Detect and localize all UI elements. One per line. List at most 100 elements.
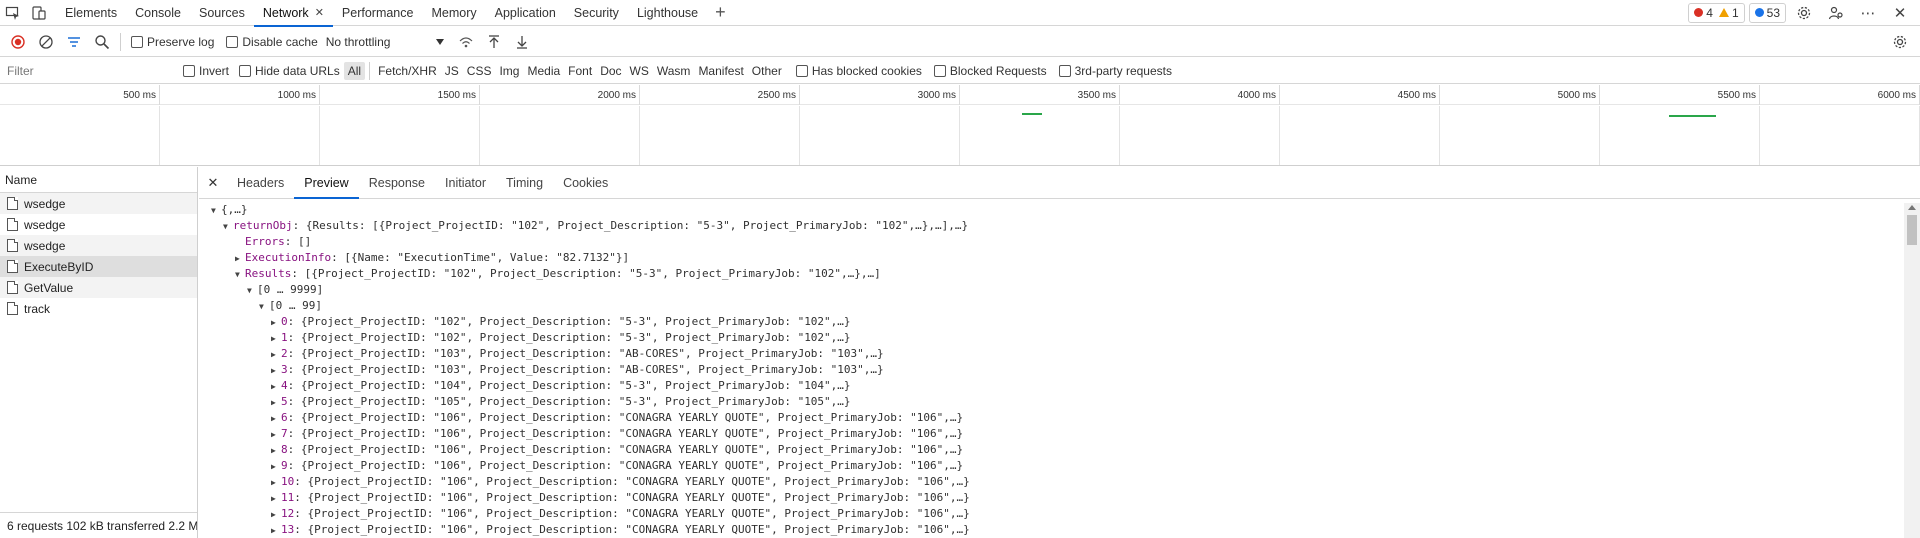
has-blocked-cookies-checkbox[interactable]: Has blocked cookies: [795, 64, 922, 78]
details-tab-response[interactable]: Response: [359, 167, 435, 198]
clear-icon[interactable]: [32, 28, 60, 56]
json-tree-line[interactable]: ▶ 5: {Project_ProjectID: "105", Project_D…: [271, 395, 851, 408]
has-blocked-cookies-box[interactable]: [795, 64, 808, 77]
device-toggle-icon[interactable]: [26, 0, 52, 26]
more-icon[interactable]: ⋯: [1854, 0, 1882, 26]
collapsed-triangle-icon[interactable]: ▶: [271, 444, 281, 457]
json-tree-line[interactable]: ▶ 8: {Project_ProjectID: "106", Project_D…: [271, 443, 963, 456]
hide-data-urls-checkbox[interactable]: Hide data URLs: [239, 64, 340, 78]
inspect-icon[interactable]: [0, 0, 26, 26]
details-tab-timing[interactable]: Timing: [496, 167, 553, 198]
close-tab-icon[interactable]: ✕: [315, 6, 324, 19]
expanded-triangle-icon[interactable]: ▼: [211, 204, 221, 217]
collapsed-triangle-icon[interactable]: ▶: [271, 412, 281, 425]
third-party-box[interactable]: [1058, 64, 1071, 77]
plus-icon[interactable]: +: [715, 2, 726, 23]
request-row[interactable]: wsedge: [0, 214, 197, 235]
timeline-ruler[interactable]: 500 ms 1000 ms 1500 ms 2000 ms 2500 ms 3000 m…: [0, 85, 1920, 105]
collapsed-triangle-icon[interactable]: ▶: [271, 508, 281, 521]
preserve-log-box[interactable]: [131, 35, 143, 48]
details-tab-cookies[interactable]: Cookies: [553, 167, 618, 198]
tab-network[interactable]: Network ✕: [253, 0, 333, 27]
preserve-log-checkbox[interactable]: Preserve log: [131, 35, 214, 49]
tab-sources[interactable]: Sources: [190, 0, 254, 26]
filter-type-font[interactable]: Font: [564, 62, 596, 80]
collapsed-triangle-icon[interactable]: ▶: [271, 460, 281, 473]
collapsed-triangle-icon[interactable]: ▶: [271, 428, 281, 441]
error-warning-badge[interactable]: 4 1: [1688, 2, 1745, 23]
scrollbar-thumb[interactable]: [1907, 215, 1917, 245]
json-tree-line[interactable]: ▶ 4: {Project_ProjectID: "104", Project_D…: [271, 379, 851, 392]
collapsed-triangle-icon[interactable]: ▶: [271, 380, 281, 393]
filter-type-other[interactable]: Other: [748, 62, 786, 80]
expanded-triangle-icon[interactable]: ▼: [247, 284, 257, 297]
filter-type-wasm[interactable]: Wasm: [653, 62, 695, 80]
tab-security[interactable]: Security: [565, 0, 628, 26]
json-tree-line[interactable]: ▶ 1: {Project_ProjectID: "102", Project_D…: [271, 331, 851, 344]
filter-type-ws[interactable]: WS: [626, 62, 653, 80]
collapsed-triangle-icon[interactable]: ▶: [271, 524, 281, 537]
collapsed-triangle-icon[interactable]: ▶: [271, 476, 281, 489]
details-tab-preview[interactable]: Preview: [294, 167, 360, 199]
filter-type-doc[interactable]: Doc: [596, 62, 625, 80]
json-tree-line[interactable]: ▼ [0 … 99]: [259, 299, 322, 312]
tab-memory[interactable]: Memory: [422, 0, 485, 26]
request-row[interactable]: wsedge: [0, 193, 197, 214]
network-settings-icon[interactable]: [1886, 28, 1914, 56]
invert-checkbox[interactable]: Invert: [183, 64, 229, 78]
filter-icon[interactable]: [60, 28, 88, 56]
tab-elements[interactable]: Elements: [56, 0, 126, 26]
download-icon[interactable]: [508, 28, 536, 56]
request-row[interactable]: GetValue: [0, 277, 197, 298]
expanded-triangle-icon[interactable]: ▼: [259, 300, 269, 313]
gear-icon[interactable]: [1790, 0, 1818, 26]
customize-icon[interactable]: [1822, 0, 1850, 26]
hide-data-urls-box[interactable]: [239, 64, 252, 77]
vertical-scrollbar[interactable]: [1904, 203, 1920, 538]
json-tree-line[interactable]: ▶ 3: {Project_ProjectID: "103", Project_D…: [271, 363, 884, 376]
disable-cache-box[interactable]: [226, 35, 239, 48]
throttling-select[interactable]: No throttling: [326, 35, 444, 49]
json-tree-line[interactable]: ▶ 0: {Project_ProjectID: "102", Project_D…: [271, 315, 851, 328]
blocked-requests-checkbox[interactable]: Blocked Requests: [933, 64, 1047, 78]
collapsed-triangle-icon[interactable]: ▶: [271, 348, 281, 361]
scroll-up-icon[interactable]: [1908, 205, 1916, 210]
details-tab-initiator[interactable]: Initiator: [435, 167, 496, 198]
json-tree-line[interactable]: ▶ 13: {Project_ProjectID: "106", Project_…: [271, 523, 970, 536]
filter-type-img[interactable]: Img: [495, 62, 523, 80]
filter-type-all[interactable]: All: [343, 61, 366, 80]
request-row[interactable]: ExecuteByID: [0, 256, 197, 277]
json-tree-line[interactable]: ▼ returnObj: {Results: [{Project_ProjectI…: [223, 219, 968, 232]
collapsed-triangle-icon[interactable]: ▶: [271, 492, 281, 505]
json-tree-line[interactable]: ▶ 12: {Project_ProjectID: "106", Project_…: [271, 507, 970, 520]
invert-box[interactable]: [183, 64, 195, 77]
json-tree-line[interactable]: ▶ 7: {Project_ProjectID: "106", Project_D…: [271, 427, 963, 440]
tab-performance[interactable]: Performance: [333, 0, 423, 26]
tab-lighthouse[interactable]: Lighthouse: [628, 0, 707, 26]
blocked-requests-box[interactable]: [933, 64, 946, 77]
json-tree-line[interactable]: ▶ 2: {Project_ProjectID: "103", Project_D…: [271, 347, 884, 360]
timeline-overview[interactable]: [0, 106, 1920, 166]
request-row[interactable]: wsedge: [0, 235, 197, 256]
json-tree-line[interactable]: ▼ Results: [{Project_ProjectID: "102", Pr…: [235, 267, 881, 280]
expanded-triangle-icon[interactable]: ▼: [223, 220, 233, 233]
filter-type-css[interactable]: CSS: [463, 62, 496, 80]
upload-icon[interactable]: [480, 28, 508, 56]
collapsed-triangle-icon[interactable]: ▶: [271, 316, 281, 329]
third-party-checkbox[interactable]: 3rd-party requests: [1058, 64, 1172, 78]
collapsed-triangle-icon[interactable]: ▶: [271, 332, 281, 345]
close-icon[interactable]: ✕: [1886, 0, 1914, 26]
filter-type-js[interactable]: JS: [441, 62, 463, 80]
collapsed-triangle-icon[interactable]: ▶: [235, 252, 245, 265]
json-tree-line[interactable]: ▶ ExecutionInfo: [{Name: "ExecutionTime",…: [235, 251, 629, 264]
filter-type-fetch-xhr[interactable]: Fetch/XHR: [374, 62, 441, 80]
expanded-triangle-icon[interactable]: ▼: [235, 268, 245, 281]
close-icon[interactable]: ✕: [199, 175, 227, 191]
filter-input[interactable]: Filter: [0, 64, 177, 78]
json-tree-line[interactable]: ▶ 6: {Project_ProjectID: "106", Project_D…: [271, 411, 963, 424]
disable-cache-checkbox[interactable]: Disable cache: [226, 35, 318, 49]
json-tree-line[interactable]: ▶ 10: {Project_ProjectID: "106", Project_…: [271, 475, 970, 488]
json-tree-line[interactable]: ▶ 9: {Project_ProjectID: "106", Project_D…: [271, 459, 963, 472]
json-tree-line[interactable]: ▼ [0 … 9999]: [247, 283, 323, 296]
info-badge[interactable]: 53: [1748, 2, 1786, 23]
